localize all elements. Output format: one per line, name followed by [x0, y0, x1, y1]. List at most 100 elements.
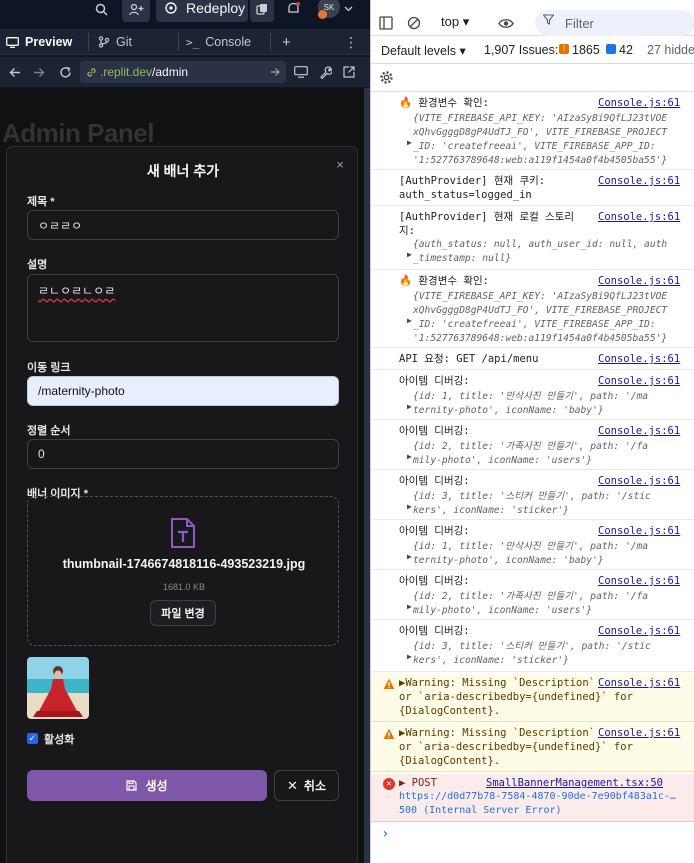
console-log-row[interactable]: 아이템 디버깅: Console.js:61 ▶ {id: 1, title: '만삭… — [371, 522, 694, 570]
cancel-button[interactable]: ✕ 취소 — [274, 770, 339, 801]
expand-caret-icon[interactable]: ▶ — [407, 314, 412, 328]
active-checkbox[interactable]: ✓ — [27, 733, 38, 744]
expand-caret-icon[interactable]: ▶ — [407, 400, 412, 414]
log-source-link[interactable]: Console.js:61 — [598, 374, 680, 388]
image-dropzone[interactable]: thumbnail-1746674818116-493523219.jpg 16… — [27, 496, 339, 646]
tab-menu-button[interactable]: ⋮ — [338, 29, 358, 55]
sidebar-toggle-icon[interactable] — [377, 14, 395, 32]
replit-pane: Redeploy SK Preview Git >_ Console + ⋮ .… — [0, 0, 370, 863]
new-tab-button[interactable]: + — [276, 29, 296, 55]
tab-preview-label: Preview — [25, 35, 73, 49]
description-textarea[interactable]: ㄹㄴㅇㄹㄴㅇㄹ — [27, 274, 339, 342]
console-log-row[interactable]: 아이템 디버깅: Console.js:61 ▶ {id: 3, title: '스티… — [371, 622, 694, 672]
expand-caret-icon[interactable]: ▶ — [407, 136, 412, 150]
reload-icon[interactable] — [56, 63, 74, 81]
console-log-row[interactable]: 🔥 환경변수 확인: Console.js:61 ▶ {VITE_FIREBASE_A… — [371, 94, 694, 170]
log-source-link[interactable]: SmallBannerManagement.tsx:50 — [486, 776, 663, 790]
expand-caret-icon[interactable]: ▶ — [407, 600, 412, 614]
eye-icon[interactable] — [497, 14, 515, 32]
order-input[interactable]: 0 — [27, 439, 339, 469]
log-source-link[interactable]: Console.js:61 — [598, 274, 680, 288]
console-warning-row[interactable]: ▶Warning: Missing `Description` or `aria… — [371, 674, 694, 722]
console-error-row[interactable]: ✕ ▶ POST SmallBannerManagement.tsx:50 https… — [371, 774, 694, 822]
console-log-row[interactable]: 아이템 디버깅: Console.js:61 ▶ {id: 1, title: '만삭… — [371, 372, 694, 420]
log-source-link[interactable]: Console.js:61 — [598, 96, 680, 110]
link-icon — [87, 67, 96, 77]
chevron-down-icon[interactable] — [340, 0, 356, 22]
redeploy-button[interactable]: Redeploy — [156, 0, 248, 22]
expand-caret-icon[interactable]: ▶ — [407, 248, 412, 262]
console-log-row[interactable]: 아이템 디버깅: Console.js:61 ▶ {id: 3, title: '스티… — [371, 472, 694, 520]
console-toolbar: top ▾ Filter — [371, 0, 694, 36]
invite-user-icon[interactable] — [122, 0, 150, 22]
copy-icon[interactable] — [250, 0, 274, 22]
console-log-row[interactable]: [AuthProvider] 현재 로컬 스토리 지: Console.js:61… — [371, 208, 694, 270]
log-source-link[interactable]: Console.js:61 — [598, 524, 680, 538]
log-object-preview: {VITE_FIREBASE_API_KEY: 'AIzaSyBi9QfLJ23… — [413, 113, 668, 166]
forward-arrow-icon[interactable] — [30, 63, 48, 81]
search-icon[interactable] — [88, 0, 114, 22]
expand-caret-icon[interactable]: ▶ — [407, 550, 412, 564]
wrench-icon[interactable] — [316, 63, 334, 81]
log-message: 아이템 디버깅: — [399, 375, 470, 387]
console-icon: >_ — [186, 35, 200, 49]
devices-icon[interactable] — [292, 63, 310, 81]
clear-console-icon[interactable] — [405, 14, 423, 32]
log-message: 아이템 디버깅: — [399, 525, 470, 537]
log-source-link[interactable]: Console.js:61 — [598, 676, 680, 690]
error-details[interactable]: https://d0d77b78-7584-4870-90de-7e90bf48… — [399, 790, 689, 818]
log-object-preview: {id: 2, title: '가족사진 만들기', path: '/fa mi… — [413, 591, 649, 616]
log-message: 아이템 디버깅: — [399, 425, 470, 437]
description-field-label: 설명 — [27, 259, 48, 271]
tab-divider — [270, 33, 271, 51]
filter-input[interactable]: Filter — [535, 10, 694, 36]
tab-git[interactable]: Git — [92, 29, 176, 55]
log-source-link[interactable]: Console.js:61 — [598, 624, 680, 638]
gear-icon[interactable] — [377, 68, 395, 86]
tab-preview[interactable]: Preview — [0, 29, 88, 55]
tab-console[interactable]: >_ Console — [180, 29, 268, 55]
console-log-row[interactable]: 아이템 디버깅: Console.js:61 ▶ {id: 2, title: '가족… — [371, 572, 694, 620]
back-arrow-icon[interactable] — [6, 63, 24, 81]
log-source-link[interactable]: Console.js:61 — [598, 424, 680, 438]
expand-caret-icon[interactable]: ▶ — [407, 450, 412, 464]
tab-git-label: Git — [116, 35, 132, 49]
console-log-row[interactable]: API 요청: GET /api/menu Console.js:61 — [371, 350, 694, 370]
log-source-link[interactable]: Console.js:61 — [598, 352, 680, 366]
log-source-link[interactable]: Console.js:61 — [598, 210, 680, 224]
title-input[interactable]: ㅇㄹㄹㅇ — [27, 210, 339, 240]
create-button[interactable]: 생성 — [27, 770, 267, 801]
redeploy-label: Redeploy — [186, 0, 246, 16]
levels-dropdown[interactable]: Default levels ▾ — [381, 43, 466, 58]
close-icon[interactable]: × — [333, 157, 347, 172]
expand-caret-icon[interactable]: ▶ — [407, 500, 412, 514]
console-log-row[interactable]: 🔥 환경변수 확인: Console.js:61 ▶ {VITE_FIREBASE_A… — [371, 272, 694, 348]
console-prompt[interactable]: › — [381, 826, 389, 842]
console-log-row[interactable]: 아이템 디버깅: Console.js:61 ▶ {id: 2, title: '가족… — [371, 422, 694, 470]
tab-divider — [178, 33, 179, 51]
go-arrow-icon[interactable] — [270, 67, 280, 77]
log-source-link[interactable]: Console.js:61 — [598, 474, 680, 488]
log-message: 🔥 환경변수 확인: — [399, 97, 489, 109]
context-select[interactable]: top ▾ — [441, 14, 469, 30]
url-path: /admin — [152, 65, 189, 79]
console-warning-row[interactable]: ▶Warning: Missing `Description` or `aria… — [371, 724, 694, 772]
open-new-window-icon[interactable] — [340, 63, 358, 81]
console-log-row[interactable]: [AuthProvider] 현재 쿠키: auth_status=logged… — [371, 172, 694, 206]
expand-caret-icon[interactable]: ▶ — [407, 650, 412, 664]
link-field-label: 이동 링크 — [27, 362, 71, 374]
log-source-link[interactable]: Console.js:61 — [598, 174, 680, 188]
url-input[interactable]: .replit.dev/admin — [80, 61, 286, 83]
devtools-console: top ▾ Filter Default levels ▾ 1,907 Issu… — [370, 0, 694, 863]
log-source-link[interactable]: Console.js:61 — [598, 574, 680, 588]
log-source-link[interactable]: Console.js:61 — [598, 726, 680, 740]
save-icon — [126, 780, 138, 791]
link-input[interactable]: /maternity-photo — [27, 376, 339, 406]
issues-label[interactable]: 1,907 Issues: — [484, 43, 558, 57]
log-object-preview: {VITE_FIREBASE_API_KEY: 'AIzaSyBi9QfLJ23… — [413, 291, 668, 344]
error-issues-icon: ! — [559, 44, 569, 54]
filter-icon — [542, 14, 555, 28]
notifications-icon[interactable] — [280, 0, 306, 22]
console-levels-bar: Default levels ▾ 1,907 Issues: ! 1865 42… — [371, 36, 694, 64]
change-file-button[interactable]: 파일 변경 — [150, 600, 216, 626]
